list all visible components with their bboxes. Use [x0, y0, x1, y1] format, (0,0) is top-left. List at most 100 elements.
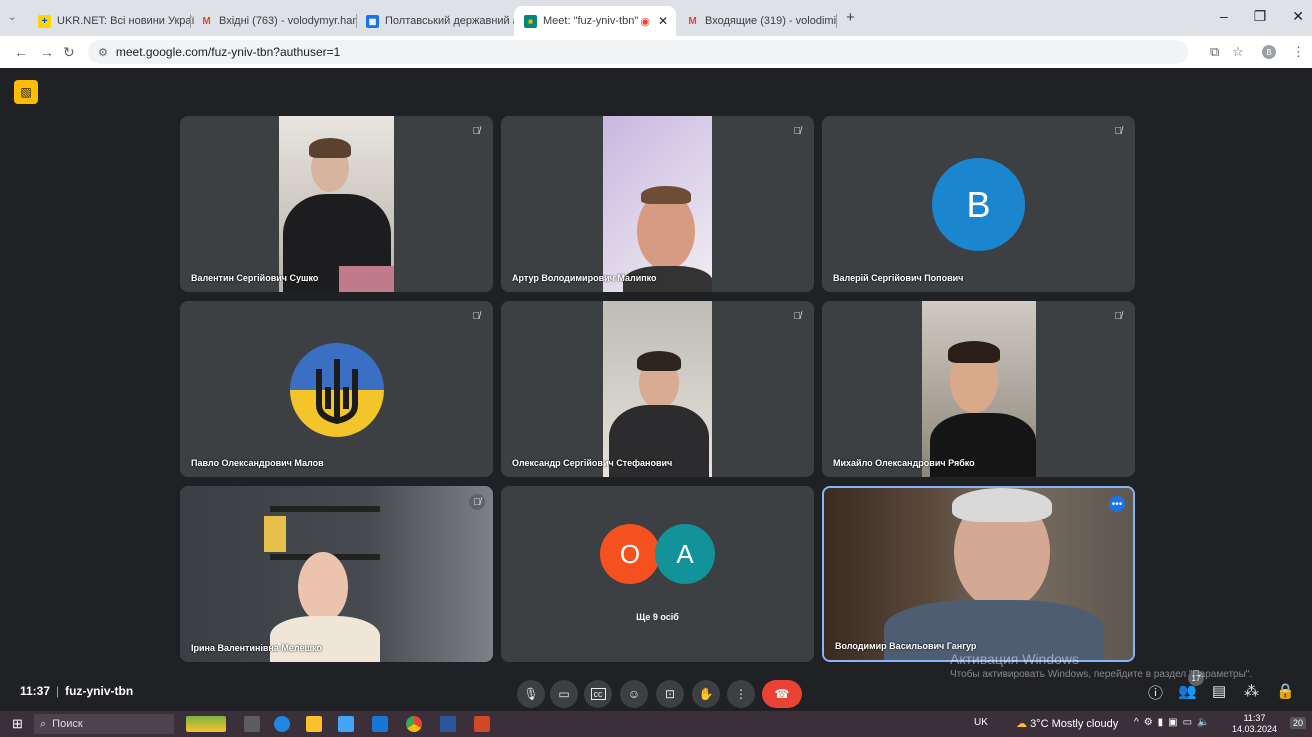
participant-tile[interactable]: 🎙̸ Павло Олександрович Малов: [180, 301, 493, 477]
new-tab-button[interactable]: +: [846, 9, 855, 26]
back-icon[interactable]: ←: [14, 44, 28, 60]
tab-label: Полтавський державний агра: [385, 15, 516, 27]
windows-taskbar: ⊞ ⌕ Поиск UK ☁ 3°C Mostly cloudy ^⚙▮▣▭🔈 …: [0, 711, 1312, 737]
grid-icon: ▦: [366, 14, 379, 28]
search-placeholder: Поиск: [52, 718, 83, 730]
other-avatar-1: О: [600, 524, 660, 584]
captions-icon: cc: [590, 688, 606, 700]
profile-avatar[interactable]: B: [1262, 45, 1276, 59]
hang-up-icon: ☎: [774, 687, 790, 701]
activities-icon[interactable]: ⁂: [1244, 682, 1259, 700]
weather-text: 3°C Mostly cloudy: [1030, 718, 1119, 730]
participant-video: [603, 301, 712, 477]
tab-gmail-1[interactable]: M Вхідні (763) - volodymyr.hanhu ✕: [190, 6, 356, 36]
bookmark-star-icon[interactable]: ☆: [1232, 44, 1244, 60]
participant-video: [180, 486, 493, 662]
tab-poltava[interactable]: ▦ Полтавський державний агра ✕: [356, 6, 516, 36]
emoji-icon: ☺: [627, 687, 641, 701]
participant-tile[interactable]: 🎙̸ Ірина Валентинівна Мелешко: [180, 486, 493, 662]
microphone-button[interactable]: 🎙: [517, 680, 545, 708]
raise-hand-button[interactable]: ✋: [692, 680, 720, 708]
tray-date: 14.03.2024: [1232, 724, 1278, 734]
participant-tile[interactable]: 🎙̸ Олександр Сергійович Стефанович: [501, 301, 814, 477]
activation-title: Активация Windows: [950, 651, 1080, 667]
participant-tile[interactable]: В 🎙̸ Валерій Сергійович Попович: [822, 116, 1135, 292]
tab-ukrnet[interactable]: + UKR.NET: Всі новини України ✕: [28, 6, 194, 36]
more-options-button[interactable]: ⋮: [727, 680, 755, 708]
close-window-icon[interactable]: ✕: [1292, 8, 1304, 25]
notification-badge[interactable]: 20: [1290, 717, 1307, 729]
address-bar: ← → ↻ ⚙ meet.google.com/fuz-yniv-tbn?aut…: [0, 36, 1312, 69]
participant-name: Ірина Валентинівна Мелешко: [191, 643, 322, 653]
participant-video: [279, 116, 394, 292]
restore-icon[interactable]: ❐: [1254, 8, 1267, 25]
store-icon[interactable]: [338, 716, 354, 732]
mic-off-icon: 🎙̸: [469, 494, 485, 510]
window-controls: – ❐ ✕: [1220, 8, 1304, 25]
url-text: meet.google.com/fuz-yniv-tbn?authuser=1: [115, 45, 341, 59]
forward-icon[interactable]: →: [40, 44, 54, 60]
file-explorer-icon[interactable]: [306, 716, 322, 732]
mic-off-icon: 🎙̸: [472, 311, 481, 322]
others-count-label: Ще 9 осіб: [636, 612, 679, 622]
participant-name: Михайло Олександрович Рябко: [833, 458, 975, 468]
tab-label: Meet: "fuz-yniv-tbn": [543, 15, 639, 27]
windows-start-icon[interactable]: ⊞: [12, 716, 23, 732]
language-indicator[interactable]: UK: [974, 717, 988, 728]
meet-stage: ▧ 🎙̸ Валентин Сергійович Сушко 🎙̸ Артур …: [0, 68, 1312, 711]
others-tile[interactable]: О А Ще 9 осіб: [501, 486, 814, 662]
taskbar-search[interactable]: ⌕ Поиск: [34, 714, 174, 734]
system-clock[interactable]: 11:37 14.03.2024: [1232, 713, 1277, 735]
mic-off-icon: 🎙̸: [1114, 311, 1123, 322]
chrome-icon[interactable]: [406, 716, 422, 732]
meeting-info: 11:37 | fuz-yniv-tbn: [20, 684, 134, 698]
tray-icons[interactable]: ^⚙▮▣▭🔈: [1134, 717, 1215, 728]
microphone-icon: 🎙: [523, 687, 539, 701]
captions-off-icon[interactable]: ▧: [14, 80, 38, 104]
tab-gmail-2[interactable]: M Входящие (319) - volodimirgan ✕: [676, 6, 836, 36]
participant-tile[interactable]: 🎙̸ Михайло Олександрович Рябко: [822, 301, 1135, 477]
meet-icon: ■: [524, 14, 537, 28]
reactions-button[interactable]: ☺: [620, 680, 648, 708]
widgets-icon[interactable]: [186, 716, 226, 732]
meeting-details-icon[interactable]: ⓘ: [1148, 682, 1163, 703]
weather-widget[interactable]: ☁ 3°C Mostly cloudy: [1016, 717, 1118, 730]
tab-search-icon[interactable]: ⌄: [8, 12, 16, 23]
camera-button[interactable]: ▭: [550, 680, 578, 708]
close-icon[interactable]: ✕: [658, 14, 668, 28]
participant-tile[interactable]: 🎙̸ Валентин Сергійович Сушко: [180, 116, 493, 292]
participant-name: Валерій Сергійович Попович: [833, 273, 964, 283]
mic-off-icon: 🎙̸: [793, 126, 802, 137]
kebab-menu-icon[interactable]: ⋮: [1292, 44, 1305, 60]
tab-label: UKR.NET: Всі новини України: [57, 15, 194, 27]
participant-tile-active-speaker[interactable]: ••• Володимир Васильович Гангур: [822, 486, 1135, 662]
search-icon: ⌕: [40, 717, 47, 730]
edge-icon[interactable]: [274, 716, 290, 732]
more-options-icon[interactable]: •••: [1109, 496, 1125, 512]
meeting-time: 11:37: [20, 684, 51, 698]
cast-icon[interactable]: ⧉: [1210, 44, 1219, 60]
mic-off-icon: 🎙̸: [793, 311, 802, 322]
task-view-icon[interactable]: [244, 716, 260, 732]
captions-button[interactable]: cc: [584, 680, 612, 708]
powerpoint-icon[interactable]: [474, 716, 490, 732]
minimize-icon[interactable]: –: [1220, 8, 1228, 25]
tab-meet[interactable]: ■ Meet: "fuz-yniv-tbn" ◉ ✕: [514, 6, 676, 36]
browser-tab-bar: ⌄ + UKR.NET: Всі новини України ✕ M Вхід…: [0, 0, 1312, 36]
leave-call-button[interactable]: ☎: [762, 680, 802, 708]
hand-icon: ✋: [698, 687, 714, 701]
camera-icon: ▭: [558, 687, 570, 701]
host-controls-icon[interactable]: 🔒: [1276, 682, 1295, 700]
url-field[interactable]: ⚙ meet.google.com/fuz-yniv-tbn?authuser=…: [88, 40, 1188, 64]
participant-video: [824, 488, 1133, 660]
word-icon[interactable]: [440, 716, 456, 732]
present-button[interactable]: ⊡: [656, 680, 684, 708]
chat-icon[interactable]: ▤: [1212, 682, 1226, 700]
site-settings-icon[interactable]: ⚙: [98, 46, 108, 59]
reload-icon[interactable]: ↻: [63, 44, 75, 61]
participant-tile[interactable]: 🎙̸ Артур Володимирович Малипко: [501, 116, 814, 292]
gmail-icon: M: [202, 15, 211, 27]
mail-icon[interactable]: [372, 716, 388, 732]
trident-icon: [316, 359, 358, 425]
tab-label: Входящие (319) - volodimirgan: [705, 15, 836, 27]
